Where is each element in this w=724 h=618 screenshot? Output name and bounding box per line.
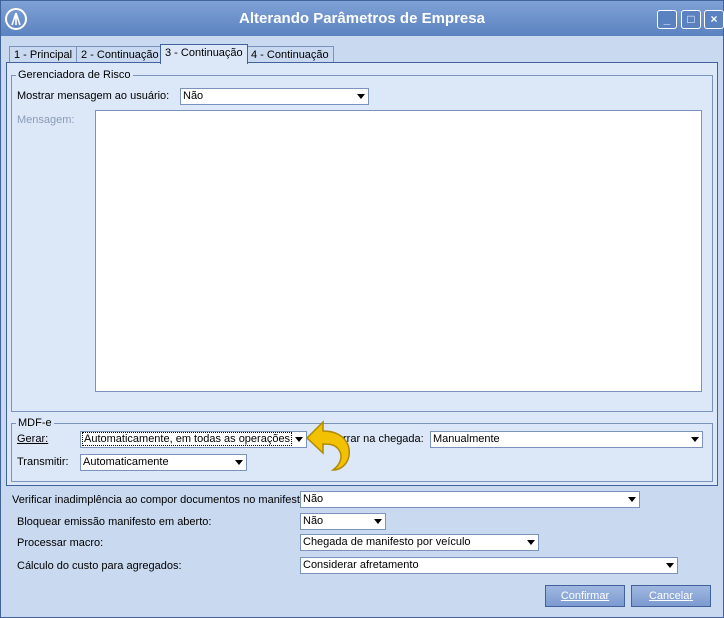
mdfe-group: MDF-e	[11, 417, 713, 482]
show-message-select[interactable]: Não	[180, 88, 369, 105]
bloquear-select[interactable]: Não	[300, 513, 386, 530]
encerrar-label: rrar na chegada:	[343, 433, 424, 445]
bloquear-label: Bloquear emissão manifesto em aberto:	[17, 516, 212, 528]
custo-value: Considerar afretamento	[303, 559, 419, 571]
chevron-down-icon[interactable]	[235, 460, 243, 465]
close-icon[interactable]: ×	[704, 10, 724, 29]
cancel-button[interactable]: Cancelar	[631, 585, 711, 607]
encerrar-value: Manualmente	[433, 433, 500, 445]
gerar-label: Gerar:	[17, 433, 49, 445]
dialog-window: Alterando Parâmetros de Empresa _ □ × 1 …	[0, 0, 724, 618]
chevron-down-icon[interactable]	[357, 94, 365, 99]
macro-select[interactable]: Chegada de manifesto por veículo	[300, 534, 539, 551]
macro-label: Processar macro:	[17, 537, 104, 549]
maximize-icon[interactable]: □	[681, 10, 701, 29]
mdfe-group-legend: MDF-e	[18, 417, 52, 429]
message-label: Mensagem:	[17, 114, 75, 126]
show-message-value: Não	[183, 90, 204, 102]
tab-principal[interactable]: 1 - Principal	[9, 46, 78, 63]
show-message-label: Mostrar mensagem ao usuário:	[17, 90, 170, 102]
gerar-select[interactable]: Automaticamente, em todas as operações	[80, 431, 307, 448]
tab-panel: Gerenciadora de Risco Mostrar mensagem a…	[6, 62, 718, 486]
risk-group-legend: Gerenciadora de Risco	[18, 69, 131, 81]
transmitir-value: Automaticamente	[83, 456, 169, 468]
chevron-down-icon[interactable]	[666, 563, 674, 568]
custo-label: Cálculo do custo para agregados:	[17, 560, 182, 572]
gerar-value: Automaticamente, em todas as operações	[81, 432, 293, 446]
inadimplencia-select[interactable]: Não	[300, 491, 640, 508]
bloquear-value: Não	[303, 515, 324, 527]
message-textarea[interactable]	[95, 110, 702, 392]
chevron-down-icon[interactable]	[374, 519, 382, 524]
confirm-button[interactable]: Confirmar	[545, 585, 625, 607]
inadimplencia-label: Verificar inadimplência ao compor docume…	[12, 494, 310, 506]
tab-continuacao-3[interactable]: 3 - Continuação	[160, 44, 248, 64]
chevron-down-icon[interactable]	[295, 437, 303, 442]
confirm-button-label: Confirmar	[560, 590, 610, 602]
chevron-down-icon[interactable]	[628, 497, 636, 502]
macro-value: Chegada de manifesto por veículo	[303, 536, 471, 548]
title-bar[interactable]: Alterando Parâmetros de Empresa _ □ ×	[1, 1, 724, 36]
cancel-button-label: Cancelar	[648, 590, 694, 602]
chevron-down-icon[interactable]	[527, 540, 535, 545]
tab-continuacao-4[interactable]: 4 - Continuação	[246, 46, 334, 63]
window-title: Alterando Parâmetros de Empresa	[239, 10, 485, 27]
hint-arrow-icon	[305, 420, 350, 471]
encerrar-select[interactable]: Manualmente	[430, 431, 703, 448]
inadimplencia-value: Não	[303, 493, 324, 505]
custo-select[interactable]: Considerar afretamento	[300, 557, 678, 574]
tab-continuacao-2[interactable]: 2 - Continuação	[76, 46, 164, 63]
transmitir-label: Transmitir:	[17, 456, 69, 468]
chevron-down-icon[interactable]	[691, 437, 699, 442]
minimize-icon[interactable]: _	[657, 10, 677, 29]
transmitir-select[interactable]: Automaticamente	[80, 454, 247, 471]
